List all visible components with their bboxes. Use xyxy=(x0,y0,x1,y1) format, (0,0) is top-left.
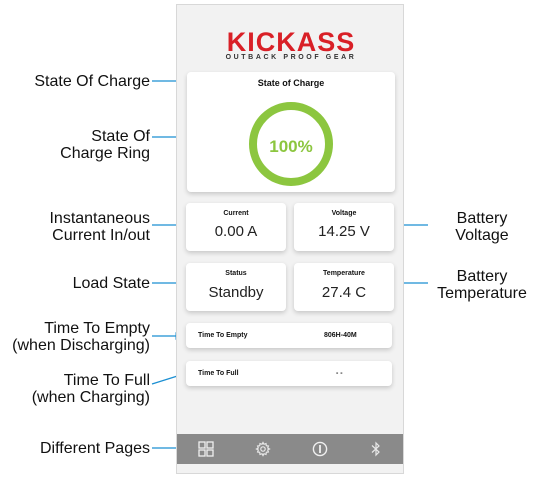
temperature-value: 27.4 C xyxy=(321,284,367,301)
status-value: Standby xyxy=(208,284,264,301)
state-of-charge-ring: 100% xyxy=(249,102,333,186)
grid-icon xyxy=(198,441,214,457)
status-label: Status xyxy=(225,270,247,277)
time-to-full-card: Time To Full - - xyxy=(186,361,392,386)
callout-time-to-empty: Time To Empty (when Discharging) xyxy=(12,320,150,354)
current-value: 0.00 A xyxy=(214,223,258,240)
nav-info-button[interactable] xyxy=(305,434,335,464)
callout-battery-voltage: Battery Voltage xyxy=(455,210,509,244)
nav-dashboard-button[interactable] xyxy=(191,434,221,464)
callout-time-to-full: Time To Full (when Charging) xyxy=(31,372,150,406)
state-of-charge-card: State of Charge 100% xyxy=(187,72,395,192)
brand-logo: KICKASS OUTBACK PROOF GEAR xyxy=(208,28,374,62)
info-icon xyxy=(312,441,328,457)
nav-settings-button[interactable] xyxy=(248,434,278,464)
time-to-empty-label: Time To Empty xyxy=(198,332,248,339)
state-of-charge-value: 100% xyxy=(269,137,313,156)
callout-current: Instantaneous Current In/out xyxy=(49,210,150,244)
current-label: Current xyxy=(223,210,249,217)
voltage-value: 14.25 V xyxy=(318,223,370,240)
time-to-empty-card: Time To Empty 806H-40M xyxy=(186,323,392,348)
temperature-label: Temperature xyxy=(323,270,365,277)
time-to-full-label: Time To Full xyxy=(198,370,239,377)
callout-load-state: Load State xyxy=(72,275,150,292)
logo-wordmark: KICKASS xyxy=(226,27,356,57)
time-to-full-value: - - xyxy=(336,370,343,377)
logo-tagline: OUTBACK PROOF GEAR xyxy=(225,54,357,61)
callout-state-of-charge: State Of Charge xyxy=(34,73,150,90)
voltage-card: Voltage 14.25 V xyxy=(294,203,394,251)
gear-icon xyxy=(255,441,271,457)
bottom-nav-bar xyxy=(177,434,403,464)
bluetooth-icon xyxy=(371,441,380,457)
callout-state-of-charge-ring: State Of Charge Ring xyxy=(60,128,150,162)
callout-different-pages: Different Pages xyxy=(40,440,150,457)
voltage-label: Voltage xyxy=(331,210,357,217)
nav-bluetooth-button[interactable] xyxy=(361,434,391,464)
time-to-empty-value: 806H-40M xyxy=(324,332,357,339)
callout-battery-temperature: Battery Temperature xyxy=(437,268,527,302)
temperature-card: Temperature 27.4 C xyxy=(294,263,394,311)
state-of-charge-title: State of Charge xyxy=(257,78,325,88)
status-card: Status Standby xyxy=(186,263,286,311)
current-card: Current 0.00 A xyxy=(186,203,286,251)
